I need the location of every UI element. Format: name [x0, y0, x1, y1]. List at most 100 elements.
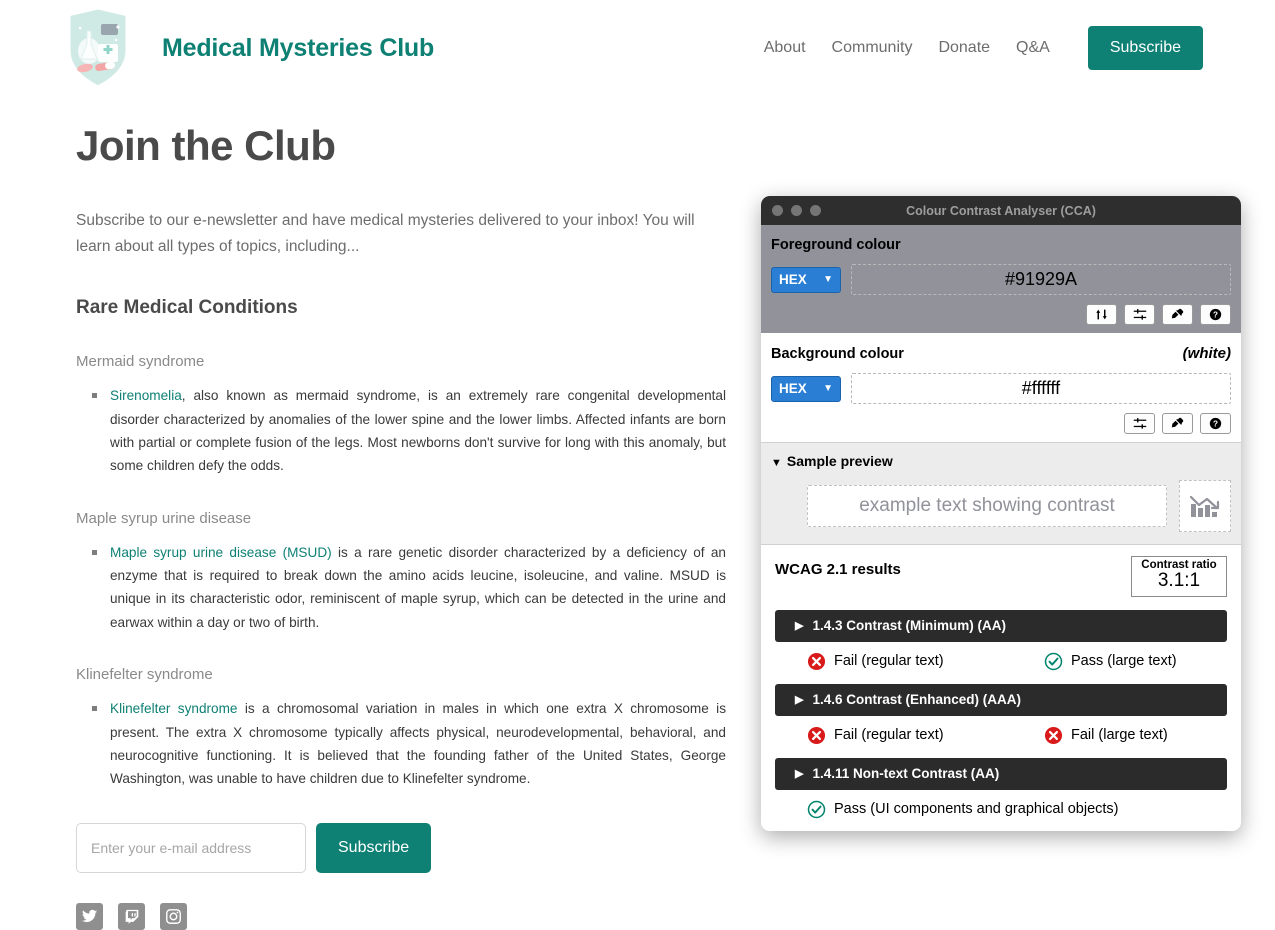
eyedropper-icon[interactable] [1162, 413, 1193, 434]
swap-colours-icon[interactable] [1086, 304, 1117, 325]
condition-list-2: Klinefelter syndrome is a chromosomal va… [76, 697, 726, 791]
site-header: Medical Mysteries Club About Community D… [0, 0, 1275, 96]
bar-chart-declining-icon [1188, 488, 1222, 525]
help-icon[interactable]: ? [1200, 304, 1231, 325]
result-text: Pass (large text) [1071, 653, 1177, 670]
contrast-ratio-box: Contrast ratio 3.1:1 [1131, 556, 1227, 597]
result-item: Pass (UI components and graphical object… [807, 800, 1119, 819]
criterion-1-4-6-header[interactable]: ▶ 1.4.6 Contrast (Enhanced) (AAA) [775, 683, 1227, 716]
fail-icon [1044, 726, 1063, 745]
social-links [76, 902, 726, 930]
result-text: Pass (UI components and graphical object… [834, 801, 1119, 818]
result-text: Fail (regular text) [834, 727, 944, 744]
main-nav: About Community Donate Q&A Subscribe [764, 26, 1203, 70]
background-colour-section: Background colour (white) HEX ▼ #ffffff [761, 333, 1241, 443]
brand-title: Medical Mysteries Club [162, 33, 435, 62]
instagram-icon[interactable] [160, 902, 187, 930]
foreground-colour-section: Foreground colour HEX ▼ #91929A ? [761, 225, 1241, 333]
condition-heading-0: Mermaid syndrome [76, 353, 205, 371]
criterion-1-4-6-results: Fail (regular text) Fail (large text) [775, 726, 1227, 745]
header-subscribe-button[interactable]: Subscribe [1087, 26, 1203, 70]
nav-item-donate[interactable]: Donate [938, 39, 990, 57]
cca-titlebar[interactable]: Colour Contrast Analyser (CCA) [761, 196, 1241, 225]
background-button-row: ? [771, 413, 1231, 434]
result-item: Fail (large text) [1044, 726, 1168, 745]
criterion-1-4-6-label: 1.4.6 Contrast (Enhanced) (AAA) [812, 692, 1021, 708]
foreground-label: Foreground colour [771, 237, 901, 253]
help-icon[interactable]: ? [1200, 413, 1231, 434]
wcag-results-section: WCAG 2.1 results Contrast ratio 3.1:1 ▶ 1… [761, 545, 1241, 831]
condition-list-1: Maple syrup urine disease (MSUD) is a ra… [76, 541, 726, 635]
wcag-results-title: WCAG 2.1 results [775, 561, 901, 578]
section-title: Rare Medical Conditions [76, 297, 298, 319]
subscribe-form: Subscribe [76, 822, 726, 873]
criterion-1-4-3-label: 1.4.3 Contrast (Minimum) (AA) [812, 618, 1006, 634]
background-format-select[interactable]: HEX ▼ [771, 375, 841, 402]
foreground-format-select[interactable]: HEX ▼ [771, 266, 841, 293]
criterion-1-4-3-results: Fail (regular text) Pass (large text) [775, 652, 1227, 671]
svg-text:?: ? [1213, 310, 1218, 319]
chevron-down-icon: ▼ [823, 274, 833, 285]
email-input[interactable] [76, 822, 306, 873]
condition-heading-2: Klinefelter syndrome [76, 666, 213, 684]
criterion-1-4-11-results: Pass (UI components and graphical object… [775, 800, 1227, 819]
nav-item-about[interactable]: About [764, 39, 806, 57]
close-window-button[interactable] [772, 205, 783, 216]
window-controls [772, 205, 821, 216]
condition-list-0: Sirenomelia, also known as mermaid syndr… [76, 384, 726, 478]
criterion-1-4-11-label: 1.4.11 Non-text Contrast (AA) [812, 766, 1000, 782]
background-colour-input[interactable]: #ffffff [851, 373, 1231, 404]
condition-link-0[interactable]: Sirenomelia [110, 388, 182, 403]
condition-heading-1: Maple syrup urine disease [76, 509, 252, 527]
main-content: Join the Club Subscribe to our e-newslet… [76, 122, 726, 930]
sample-preview-section: ▼ Sample preview example text showing con… [761, 443, 1241, 545]
result-item: Fail (regular text) [807, 726, 1044, 745]
cca-window-title: Colour Contrast Analyser (CCA) [906, 203, 1096, 218]
sliders-icon[interactable] [1124, 304, 1155, 325]
list-item: Sirenomelia, also known as mermaid syndr… [92, 384, 726, 478]
result-text: Fail (large text) [1071, 727, 1168, 744]
result-item: Fail (regular text) [807, 652, 1044, 671]
maximize-window-button[interactable] [810, 205, 821, 216]
triangle-down-icon: ▼ [771, 457, 782, 469]
triangle-right-icon: ▶ [795, 768, 804, 781]
background-format-value: HEX [779, 381, 807, 396]
fail-icon [807, 726, 826, 745]
colour-contrast-analyser-window: Colour Contrast Analyser (CCA) Foregroun… [761, 196, 1241, 831]
medical-shield-logo-icon [62, 4, 134, 92]
condition-body-0: , also known as mermaid syndrome, is an … [110, 388, 726, 474]
criterion-1-4-11-header[interactable]: ▶ 1.4.11 Non-text Contrast (AA) [775, 757, 1227, 790]
list-item: Klinefelter syndrome is a chromosomal va… [92, 697, 726, 791]
condition-link-2[interactable]: Klinefelter syndrome [110, 701, 238, 716]
sample-preview-toggle[interactable]: ▼ Sample preview [771, 453, 1231, 469]
svg-text:?: ? [1213, 419, 1218, 428]
sample-text-input[interactable]: example text showing contrast [807, 485, 1167, 527]
page-intro: Subscribe to our e-newsletter and have m… [76, 212, 695, 255]
list-item: Maple syrup urine disease (MSUD) is a ra… [92, 541, 726, 635]
background-label: Background colour [771, 346, 904, 362]
pass-icon [1044, 652, 1063, 671]
sliders-icon[interactable] [1124, 413, 1155, 434]
condition-link-1[interactable]: Maple syrup urine disease (MSUD) [110, 545, 332, 560]
twitter-icon[interactable] [76, 902, 103, 930]
chevron-down-icon: ▼ [823, 383, 833, 394]
eyedropper-icon[interactable] [1162, 304, 1193, 325]
pass-icon [807, 800, 826, 819]
subscribe-button[interactable]: Subscribe [316, 822, 432, 873]
criterion-1-4-3-header[interactable]: ▶ 1.4.3 Contrast (Minimum) (AA) [775, 609, 1227, 642]
nav-item-community[interactable]: Community [832, 39, 913, 57]
background-colour-name: (white) [1182, 345, 1231, 362]
foreground-colour-input[interactable]: #91929A [851, 264, 1231, 295]
brand[interactable]: Medical Mysteries Club [62, 4, 434, 92]
twitch-icon[interactable] [118, 902, 145, 930]
foreground-button-row: ? [771, 304, 1231, 325]
triangle-right-icon: ▶ [795, 694, 804, 707]
contrast-ratio-value: 3.1:1 [1157, 570, 1201, 591]
sample-preview-label: Sample preview [786, 453, 893, 469]
fail-icon [807, 652, 826, 671]
sample-image-preview [1179, 480, 1231, 532]
triangle-right-icon: ▶ [795, 620, 804, 633]
result-text: Fail (regular text) [834, 653, 944, 670]
minimize-window-button[interactable] [791, 205, 802, 216]
nav-item-qa[interactable]: Q&A [1016, 39, 1050, 57]
